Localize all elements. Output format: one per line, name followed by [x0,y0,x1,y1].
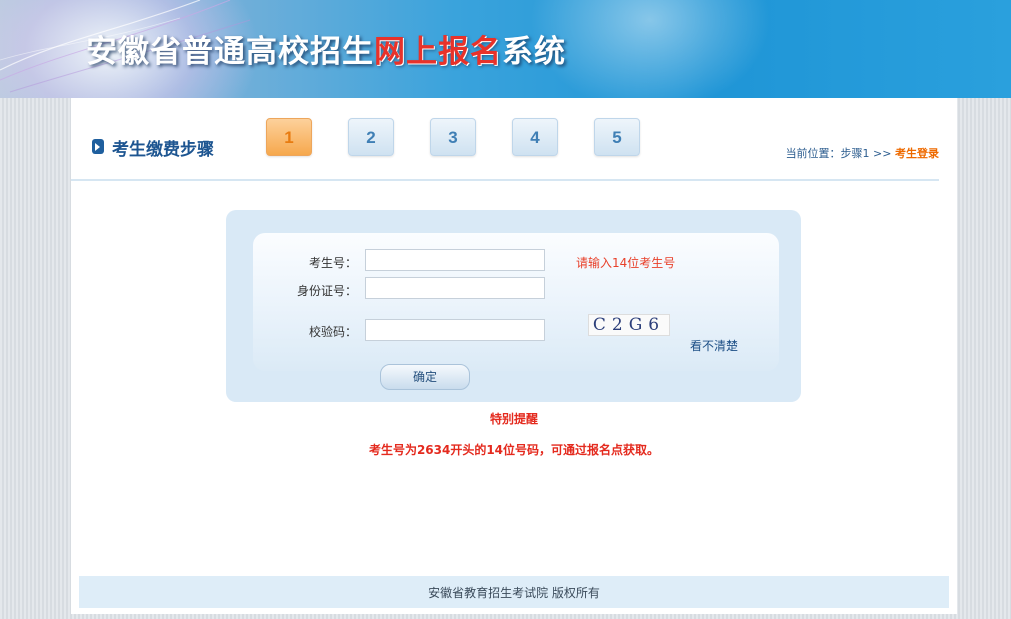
header-banner: 安徽省普通高校招生网上报名系统 [0,0,1011,98]
captcha-input[interactable] [365,319,545,341]
captcha-text: C2G6 [592,315,666,335]
site-title: 安徽省普通高校招生网上报名系统 [86,26,566,70]
notice-text: 考生号为2634开头的14位号码，可通过报名点获取。 [368,443,660,457]
exam-number-label: 考生号： [308,256,357,270]
main-panel: 考生缴费步骤 1 2 3 4 5 当前位置：步骤1 >> 考生登录 考生号： 请… [71,98,957,614]
step-1-button[interactable]: 1 [266,118,312,156]
site-title-part1: 安徽省普通高校招生 [86,34,374,70]
captcha-label: 校验码： [308,325,357,339]
exam-number-hint: 请输入14位考生号 [576,256,676,270]
id-number-label: 身份证号： [296,284,357,298]
divider [71,179,939,181]
step-5-button[interactable]: 5 [594,118,640,156]
arrow-right-icon [92,139,104,154]
breadcrumb: 当前位置：步骤1 >> 考生登录 [786,145,939,161]
step-3-button[interactable]: 3 [430,118,476,156]
breadcrumb-current: 考生登录 [895,147,939,160]
exam-number-input[interactable] [365,249,545,271]
captcha-image[interactable]: C2G6 [588,314,670,336]
step-2-button[interactable]: 2 [348,118,394,156]
step-4-button[interactable]: 4 [512,118,558,156]
copyright-text: 安徽省教育招生考试院 版权所有 [428,586,600,600]
notice-title: 特别提醒 [489,412,538,426]
breadcrumb-prefix: 当前位置：步骤1 >> [785,147,895,160]
refresh-captcha-link[interactable]: 看不清楚 [690,337,738,354]
section-title: 考生缴费步骤 [112,140,214,160]
login-form: 考生号： 请输入14位考生号 身份证号： 校验码： C2G6 看不清楚 确定 [226,210,801,402]
footer: 安徽省教育招生考试院 版权所有 [79,576,949,608]
site-title-part2: 系统 [502,34,566,70]
submit-button[interactable]: 确定 [380,364,470,390]
site-title-highlight: 网上报名 [374,34,502,70]
id-number-input[interactable] [365,277,545,299]
